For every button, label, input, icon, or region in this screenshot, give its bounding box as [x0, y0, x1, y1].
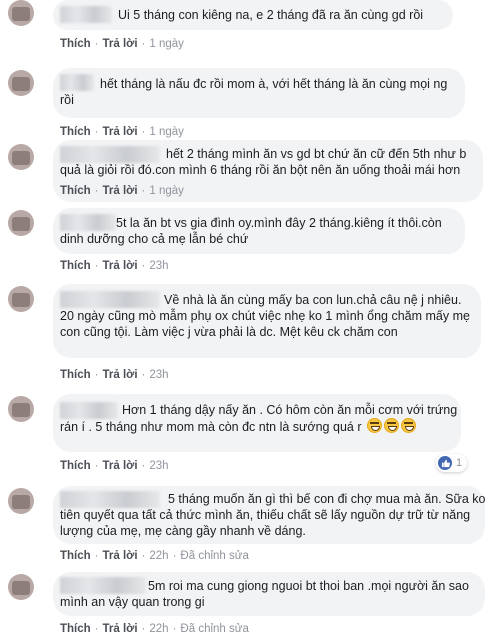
reply-button[interactable]: Trả lời	[103, 38, 138, 50]
comment-time[interactable]: 22h	[149, 550, 168, 562]
commenter-name[interactable]	[60, 6, 112, 23]
avatar[interactable]	[8, 0, 34, 26]
comment-time[interactable]: 1 ngày	[149, 185, 184, 197]
like-button[interactable]: Thích	[60, 369, 91, 381]
comment-time[interactable]: 23h	[149, 369, 168, 381]
like-button[interactable]: Thích	[60, 460, 91, 472]
avatar[interactable]	[8, 210, 34, 236]
laughing-emoji-icon	[400, 418, 416, 433]
like-button[interactable]: Thích	[60, 185, 91, 197]
comment-time[interactable]: 23h	[149, 260, 168, 272]
comment-actions: Thích · Trả lời · 22h · Đã chỉnh sửa	[60, 550, 249, 562]
comment-text: Hơn 1 tháng dậy nấy ăn . Có hôm còn ăn m…	[60, 402, 460, 435]
comment-text: hết tháng là nấu đc rồi mom à, với hết t…	[60, 77, 448, 107]
reply-button[interactable]: Trả lời	[103, 550, 138, 562]
reaction-count: 1	[456, 457, 463, 469]
laughing-emoji-icon	[366, 418, 382, 433]
comment-text: Ui 5 tháng con kiêng na, e 2 tháng đã ra…	[118, 8, 424, 22]
comment-text: hết 2 tháng mình ăn vs gd bt chứ ăn cữ đ…	[60, 147, 467, 177]
reply-button[interactable]: Trả lời	[103, 369, 138, 381]
comment-time[interactable]: 22h	[149, 623, 168, 635]
reply-button[interactable]: Trả lời	[103, 185, 138, 197]
like-button[interactable]: Thích	[60, 260, 91, 272]
like-reaction-icon	[438, 456, 452, 470]
like-button[interactable]: Thích	[60, 38, 91, 50]
avatar[interactable]	[8, 396, 34, 422]
reply-button[interactable]: Trả lời	[103, 260, 138, 272]
comment-actions: Thích · Trả lời · 1 ngày	[60, 126, 184, 138]
comment-time[interactable]: 1 ngày	[149, 38, 184, 50]
comment-actions: Thích · Trả lời · 22h · Đã chỉnh sửa	[60, 623, 249, 635]
avatar[interactable]	[8, 286, 34, 312]
comment-actions: Thích · Trả lời · 23h	[60, 369, 169, 381]
edited-label[interactable]: Đã chỉnh sửa	[180, 550, 248, 562]
like-button[interactable]: Thích	[60, 126, 91, 138]
comment-actions: Thích · Trả lời · 23h	[60, 460, 169, 472]
like-button[interactable]: Thích	[60, 623, 91, 635]
edited-label[interactable]: Đã chỉnh sửa	[180, 623, 248, 635]
like-button[interactable]: Thích	[60, 550, 91, 562]
comment-actions: Thích · Trả lời · 1 ngày	[60, 38, 184, 50]
comment-text: 5t la ăn bt vs gia đình oy.mình đây 2 th…	[60, 216, 442, 246]
comment-actions: Thích · Trả lời · 23h	[60, 260, 169, 272]
reaction-summary[interactable]: 1	[436, 454, 468, 472]
reply-button[interactable]: Trả lời	[103, 126, 138, 138]
reply-button[interactable]: Trả lời	[103, 460, 138, 472]
laughing-emoji-icon	[383, 418, 399, 433]
reply-button[interactable]: Trả lời	[103, 623, 138, 635]
comment-text: 5 tháng muốn ăn gì thì bế con đi chợ mua…	[60, 492, 486, 538]
avatar[interactable]	[8, 144, 34, 170]
avatar[interactable]	[8, 574, 34, 600]
comment-time[interactable]: 23h	[149, 460, 168, 472]
comment-actions: Thích · Trả lời · 1 ngày	[60, 185, 184, 197]
comment-text: 5m roi ma cung giong nguoi bt thoi ban .…	[60, 579, 469, 609]
avatar[interactable]	[8, 488, 34, 514]
avatar[interactable]	[8, 70, 34, 96]
comment-time[interactable]: 1 ngày	[149, 126, 184, 138]
comment-text: Về nhà là ăn cùng mấy ba con lun.chả câu…	[60, 293, 470, 339]
